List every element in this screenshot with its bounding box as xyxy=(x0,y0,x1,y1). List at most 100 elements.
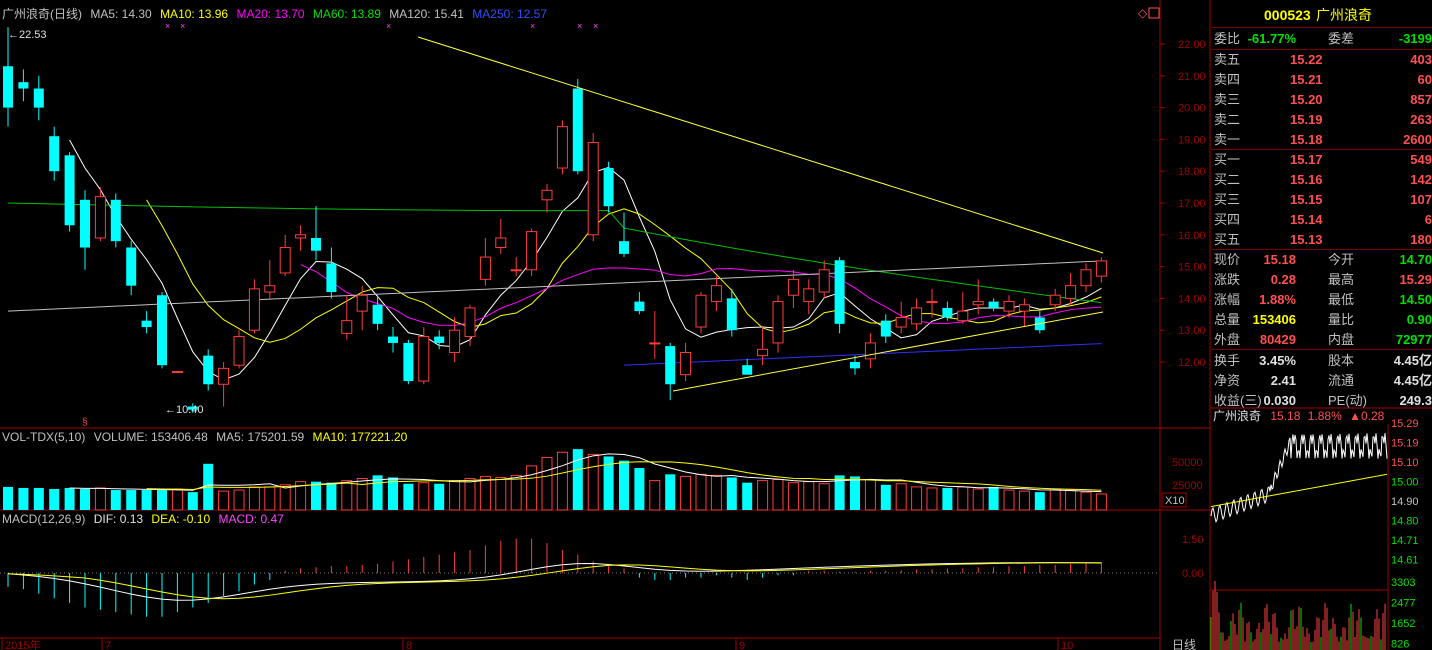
bid-label: 买四 xyxy=(1214,212,1241,227)
bid-label: 买五 xyxy=(1214,232,1241,247)
price-tick-label: 14.00 xyxy=(1178,293,1206,305)
volume-bar xyxy=(326,482,337,510)
bid-row: 买五 15.13 180 xyxy=(1212,230,1432,249)
bid-price: 15.15 xyxy=(1290,192,1323,207)
svg-text:×: × xyxy=(577,21,582,31)
ask-label: 卖二 xyxy=(1214,112,1241,127)
ask-volume: 2600 xyxy=(1403,132,1432,147)
volume-bar xyxy=(449,480,461,511)
ask-price: 15.21 xyxy=(1290,72,1323,87)
volume-bar xyxy=(126,490,137,510)
volume-bar xyxy=(403,483,414,510)
svg-text:×: × xyxy=(180,21,185,31)
volume-bar xyxy=(434,483,445,510)
volume-bar xyxy=(572,449,583,510)
bid-row: 买一 15.17 549 xyxy=(1212,150,1432,169)
ask-label: 卖一 xyxy=(1214,132,1241,147)
price-tick-label: 19.00 xyxy=(1178,134,1206,146)
ask-label: 卖五 xyxy=(1214,52,1241,67)
volume-bar xyxy=(680,475,692,511)
macd-tick-label: 1.50 xyxy=(1182,534,1203,546)
price-tick-label: 17.00 xyxy=(1178,198,1206,210)
svg-text:×: × xyxy=(386,21,391,31)
price-tick-label: 20.00 xyxy=(1178,103,1206,115)
volume-legend: VOL-TDX(5,10) VOLUME: 153406.48 MA5: 175… xyxy=(2,430,408,444)
bid-row: 买二 15.16 142 xyxy=(1212,170,1432,189)
stat-row: 总量 153406 量比 0.90 xyxy=(1214,312,1432,327)
bid-label: 买二 xyxy=(1214,172,1241,187)
date-label: 9 xyxy=(739,640,745,650)
volume-bar xyxy=(33,487,44,510)
volume-bar xyxy=(787,482,799,511)
volume-bar xyxy=(49,489,60,510)
candle xyxy=(403,339,414,385)
candle xyxy=(695,292,707,334)
price-tick-label: 18.00 xyxy=(1178,166,1206,178)
volume-bar xyxy=(895,483,907,511)
price-tick-label: 16.00 xyxy=(1178,230,1206,242)
price-tick-label: 22.00 xyxy=(1178,39,1206,51)
price-tick-label: 21.00 xyxy=(1178,71,1206,83)
stat-row: 涨跌 0.28 最高 15.29 xyxy=(1214,272,1432,287)
candle xyxy=(171,371,183,374)
volume-bar xyxy=(541,457,553,511)
legend-ma120: MA120: 15.41 xyxy=(389,7,464,21)
volume-bar xyxy=(279,484,291,511)
volume-bar xyxy=(587,453,599,511)
candle xyxy=(572,78,583,175)
event-marker-icon[interactable]: § xyxy=(82,417,88,428)
volume-bar xyxy=(710,474,722,511)
bid-price: 15.17 xyxy=(1290,152,1323,167)
volume-bar xyxy=(464,478,476,511)
volume-bar xyxy=(1018,490,1030,511)
ask-volume: 263 xyxy=(1410,112,1432,127)
legend-ma250: MA250: 12.57 xyxy=(472,7,547,21)
diamond-icon[interactable]: ◇ xyxy=(1138,6,1148,20)
ask-price: 15.18 xyxy=(1290,132,1323,147)
volume-bar xyxy=(94,487,106,511)
legend-ma20: MA20: 13.70 xyxy=(236,7,304,21)
volume-bar xyxy=(510,474,522,511)
candle xyxy=(587,133,599,242)
bid-row: 买三 15.15 107 xyxy=(1212,190,1432,209)
ask-volume: 403 xyxy=(1410,52,1432,67)
date-label: 8 xyxy=(406,640,412,650)
volume-bar xyxy=(1065,489,1077,511)
legend-ma5: MA5: 14.30 xyxy=(90,7,152,21)
volume-bar xyxy=(171,488,183,511)
ask-price: 15.20 xyxy=(1290,92,1323,107)
volume-bar xyxy=(110,490,121,510)
ask-volume: 857 xyxy=(1410,92,1432,107)
volume-bar xyxy=(649,480,661,511)
ask-label: 卖三 xyxy=(1214,92,1241,107)
main-legend: 广州浪奇(日线) MA5: 14.30 MA10: 13.96 MA20: 13… xyxy=(2,6,547,21)
bid-price: 15.13 xyxy=(1290,232,1323,247)
volume-bar xyxy=(942,487,953,510)
low-annotation: ←10.40 xyxy=(165,404,204,416)
ask-row: 卖一 15.18 2600 xyxy=(1212,130,1432,149)
bid-price: 15.14 xyxy=(1290,212,1323,227)
volume-bar xyxy=(757,480,769,511)
macd-legend: MACD(12,26,9) DIF: 0.13 DEA: -0.10 MACD:… xyxy=(2,512,284,526)
volume-bar xyxy=(64,487,75,510)
volume-bar xyxy=(495,476,507,511)
chart-background xyxy=(0,0,1210,650)
ask-row: 卖五 15.22 403 xyxy=(1212,50,1432,69)
volume-bar xyxy=(341,480,353,511)
fundamental-row: 净资 2.41 流通 4.45亿 xyxy=(1214,373,1432,388)
volume-bar xyxy=(187,492,198,510)
date-label: 7 xyxy=(105,640,111,650)
date-label: 10 xyxy=(1061,640,1073,650)
volume-bar xyxy=(526,465,538,511)
quote-panel: 000523 广州浪奇 委比 -61.77% 委差 -3199 卖五 15.22 4… xyxy=(1212,6,1432,650)
candle xyxy=(64,152,75,232)
volume-bar xyxy=(1034,492,1045,510)
bid-label: 买三 xyxy=(1214,192,1241,207)
volume-bar xyxy=(1049,489,1061,511)
volume-bar xyxy=(619,460,629,510)
ask-price: 15.19 xyxy=(1290,112,1323,127)
ask-volume: 60 xyxy=(1417,72,1432,87)
volume-bar xyxy=(264,486,276,511)
volume-bar xyxy=(818,483,830,511)
bid-volume: 107 xyxy=(1410,192,1432,207)
